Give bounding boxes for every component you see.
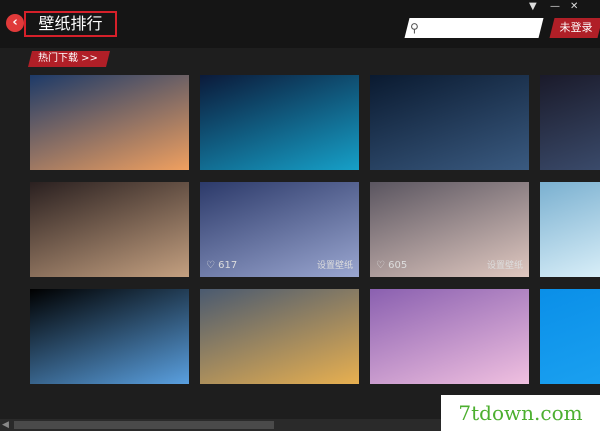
search-input[interactable] [430,20,530,36]
wallpaper-tile[interactable]: ♡ 605 设置壁纸 [370,182,529,277]
scrollbar-thumb[interactable] [14,421,274,429]
wallpaper-tile[interactable] [30,289,189,384]
set-wallpaper-button[interactable]: 设置壁纸 [487,258,523,271]
wallpaper-tile[interactable] [200,75,359,170]
page-title: 壁纸排行 [24,11,117,37]
wallpaper-tile[interactable] [30,182,189,277]
like-count: ♡ 617 [206,260,238,271]
minimize-icon[interactable]: — [550,2,560,12]
scroll-left-icon[interactable]: ◀ [2,419,9,431]
wallpaper-tile[interactable]: ♡ 617 设置壁纸 [200,182,359,277]
wallpaper-tile[interactable] [370,75,529,170]
wallpaper-tile[interactable] [370,289,529,384]
wallpaper-tile[interactable] [540,182,600,277]
back-button[interactable]: ‹ [6,14,24,32]
menu-dropdown-icon[interactable]: ▼ [529,2,537,12]
like-count: ♡ 605 [376,260,408,271]
wallpaper-tile[interactable] [540,75,600,170]
set-wallpaper-button[interactable]: 设置壁纸 [317,258,353,271]
close-icon[interactable]: ✕ [570,2,578,12]
wallpaper-tile[interactable] [30,75,189,170]
hot-downloads-label[interactable]: 热门下载 >> [38,51,108,67]
site-watermark: 7tdown.com [441,395,600,431]
login-label[interactable]: 未登录 [554,18,598,38]
wallpaper-tile[interactable] [540,289,600,384]
search-icon[interactable]: ⚲ [410,19,419,37]
wallpaper-tile[interactable] [200,289,359,384]
